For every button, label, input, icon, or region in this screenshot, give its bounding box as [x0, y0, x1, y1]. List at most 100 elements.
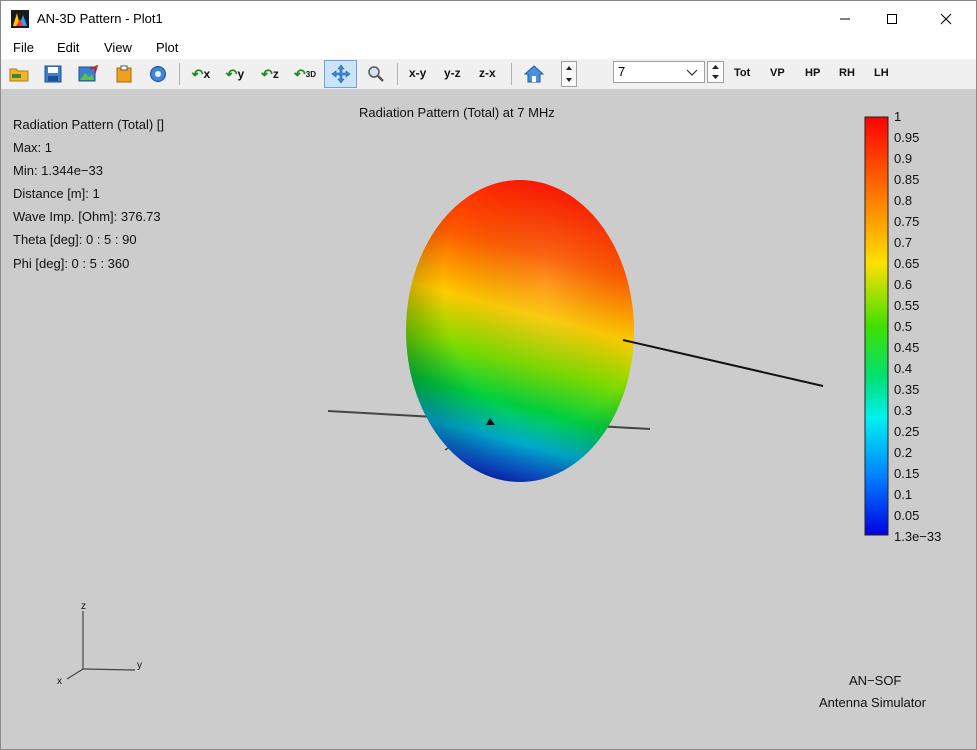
colorbar-tick-label: 0.85: [894, 172, 920, 187]
save-button[interactable]: [40, 61, 66, 87]
chevron-down-icon: [566, 78, 572, 82]
colorbar-tick-label: 1.3e−33: [894, 529, 942, 544]
chevron-up-icon: [566, 66, 572, 70]
colorbar-tick-label: 0.65: [894, 256, 920, 271]
radiation-lobe-shading: [406, 180, 634, 482]
app-icon: [11, 10, 29, 28]
rotate-x-label: x: [203, 67, 211, 81]
close-button[interactable]: [923, 1, 969, 37]
title-bar: AN-3D Pattern - Plot1: [1, 1, 976, 37]
colorbar-tick-label: 0.2: [894, 445, 913, 460]
triad-z-label: z: [81, 601, 86, 612]
rotate-y-label: y: [237, 67, 245, 81]
toolbar: ↶ x ↶ y ↶ z ↶ 3D x-y y-z z-x: [1, 59, 976, 89]
zoom-button[interactable]: [363, 61, 389, 87]
rotate-arrow-icon: ↶: [191, 65, 204, 82]
minimize-icon: [840, 18, 850, 20]
menu-file[interactable]: File: [13, 40, 34, 55]
info-theta: Theta [deg]: 0 : 5 : 90: [13, 232, 137, 247]
pol-vp-button[interactable]: VP: [770, 67, 785, 79]
rotate-arrow-icon: ↶: [261, 65, 273, 82]
minimize-button[interactable]: [822, 1, 868, 37]
colorbar-tick-label: 0.4: [894, 361, 913, 376]
clipboard-icon: [116, 65, 132, 83]
home-view-button[interactable]: [521, 61, 547, 87]
colorbar-tick-label: 0.7: [894, 235, 913, 250]
triad-x-label: x: [57, 676, 62, 687]
view-xy-button[interactable]: x-y: [409, 66, 426, 80]
colorbar-tick-label: 0.5: [894, 319, 913, 334]
rotate-arrow-icon: ↶: [294, 65, 306, 82]
rotate-x-button[interactable]: ↶ x: [188, 61, 214, 87]
info-max: Max: 1: [13, 140, 53, 155]
colorbar-tick-label: 1: [894, 109, 902, 124]
rotate-y-button[interactable]: ↶ y: [222, 61, 248, 87]
colorbar-tick-label: 0.95: [894, 130, 920, 145]
rotate-3d-label: 3D: [305, 69, 316, 79]
pol-total-button[interactable]: Tot: [734, 67, 750, 79]
toolbar-separator: [179, 63, 180, 85]
rotate-3d-button[interactable]: ↶ 3D: [292, 61, 318, 87]
colorbar-tick-label: 0.05: [894, 508, 920, 523]
axis-triad: [66, 611, 136, 680]
plot-canvas[interactable]: Radiation Pattern (Total) at 7 MHz Radia…: [1, 89, 976, 749]
info-wave-impedance: Wave Imp. [Ohm]: 376.73: [13, 209, 161, 224]
frequency-spinner[interactable]: [707, 61, 724, 83]
pol-hp-button[interactable]: HP: [805, 67, 820, 79]
settings-button[interactable]: [145, 61, 171, 87]
pol-rh-button[interactable]: RH: [839, 67, 855, 79]
view-spinner[interactable]: [561, 61, 577, 87]
pan-move-icon: [331, 64, 350, 84]
menu-plot[interactable]: Plot: [156, 40, 178, 55]
menu-view[interactable]: View: [104, 40, 132, 55]
menu-bar: File Edit View Plot: [1, 37, 976, 59]
magnifier-icon: [368, 66, 384, 82]
colorbar-tick-label: 0.1: [894, 487, 913, 502]
rotate-z-button[interactable]: ↶ z: [257, 61, 283, 87]
colorbar-tick-label: 0.35: [894, 382, 920, 397]
pan-button[interactable]: [324, 60, 357, 88]
info-distance: Distance [m]: 1: [13, 186, 100, 201]
colorbar-tick-label: 0.75: [894, 214, 920, 229]
triad-y-label: y: [137, 660, 142, 671]
rotate-z-label: z: [272, 67, 279, 81]
pol-lh-button[interactable]: LH: [874, 67, 889, 79]
watermark-product: AN−SOF: [849, 673, 902, 688]
close-icon: [940, 13, 952, 25]
colorbar-tick-label: 0.9: [894, 151, 913, 166]
save-icon: [44, 65, 62, 83]
maximize-icon: [887, 14, 897, 24]
toolbar-separator: [397, 63, 398, 85]
export-image-button[interactable]: [75, 61, 101, 87]
clipboard-button[interactable]: [111, 61, 137, 87]
colorbar-tick-label: 0.6: [894, 277, 913, 292]
colorbar-tick-label: 0.25: [894, 424, 920, 439]
toolbar-separator: [511, 63, 512, 85]
colorbar-tick-label: 0.3: [894, 403, 913, 418]
plot-title: Radiation Pattern (Total) at 7 MHz: [359, 105, 555, 120]
info-min: Min: 1.344e−33: [13, 163, 103, 178]
frequency-value: 7: [618, 64, 626, 79]
frequency-select[interactable]: 7: [613, 61, 705, 83]
watermark-subtitle: Antenna Simulator: [819, 695, 926, 710]
rotate-arrow-icon: ↶: [225, 65, 238, 82]
home-icon: [524, 65, 544, 83]
pattern-3d-scene: [66, 116, 889, 680]
menu-edit[interactable]: Edit: [57, 40, 79, 55]
view-zx-button[interactable]: z-x: [479, 66, 496, 80]
app-window: AN-3D Pattern - Plot1 File Edit View Plo…: [0, 0, 977, 750]
view-yz-button[interactable]: y-z: [444, 66, 461, 80]
colorbar: [864, 116, 889, 536]
open-button[interactable]: [6, 61, 32, 87]
gear-icon: [150, 66, 166, 82]
maximize-button[interactable]: [869, 1, 915, 37]
colorbar-tick-label: 0.8: [894, 193, 913, 208]
colorbar-tick-label: 0.45: [894, 340, 920, 355]
chevron-down-icon: [712, 75, 719, 79]
open-folder-icon: [9, 68, 29, 82]
chevron-down-icon: [686, 69, 698, 76]
info-quantity: Radiation Pattern (Total) []: [13, 117, 165, 132]
chevron-up-icon: [712, 65, 719, 69]
colorbar-tick-label: 0.55: [894, 298, 920, 313]
window-title: AN-3D Pattern - Plot1: [37, 11, 163, 26]
